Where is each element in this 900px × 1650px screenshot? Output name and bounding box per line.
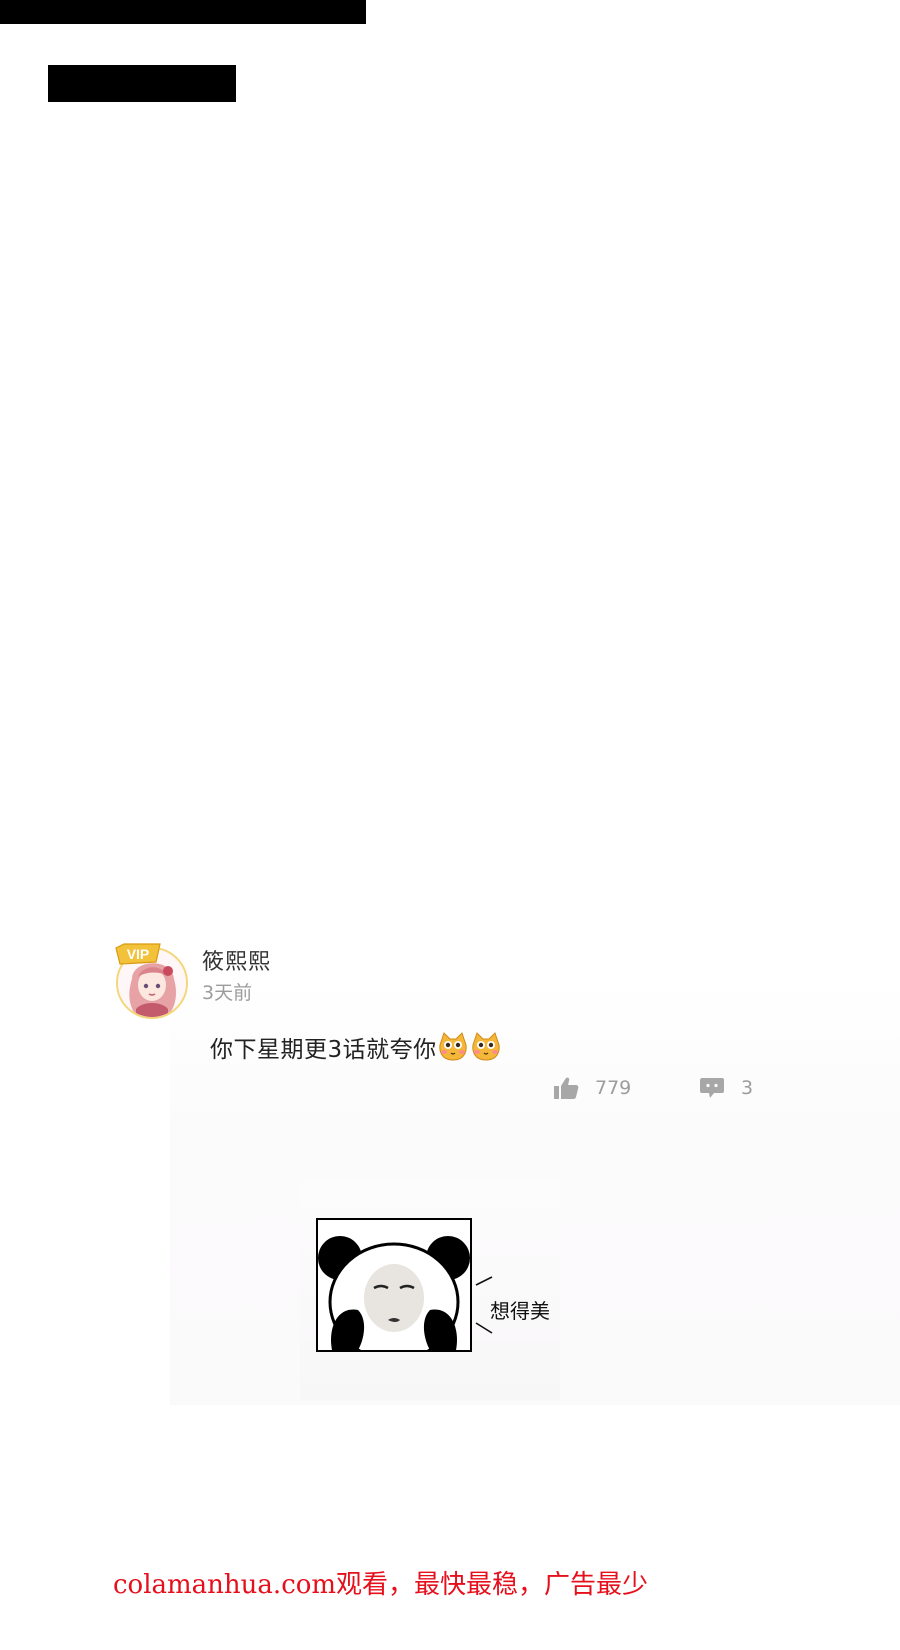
meme-caption: 想得美 (490, 1299, 550, 1323)
blushing-cat-emoji-icon (438, 1032, 467, 1061)
vip-badge-icon: VIP (114, 942, 162, 968)
like-count: 779 (595, 1077, 632, 1099)
reply-button[interactable]: 3 (699, 1076, 753, 1100)
panda-face-meme-icon (316, 1218, 472, 1352)
like-button[interactable]: 779 (553, 1076, 631, 1100)
redaction-bar-top (0, 0, 366, 24)
blushing-cat-emoji-icon (471, 1032, 500, 1061)
thumbs-up-icon (554, 1077, 579, 1099)
comment-username[interactable]: 筱熙熙 (202, 944, 271, 976)
comment-timestamp: 3天前 (202, 982, 253, 1004)
vip-badge-label: VIP (127, 946, 150, 962)
comment-bubble-icon (700, 1078, 724, 1098)
comment-text: 你下星期更3话就夸你 (210, 1037, 437, 1063)
redaction-bar-title (48, 65, 236, 102)
site-notice: colamanhua.com观看，最快最稳，广告最少 (113, 1570, 649, 1600)
comment-body: 你下星期更3话就夸你 (210, 1030, 503, 1064)
reply-count: 3 (741, 1077, 754, 1099)
